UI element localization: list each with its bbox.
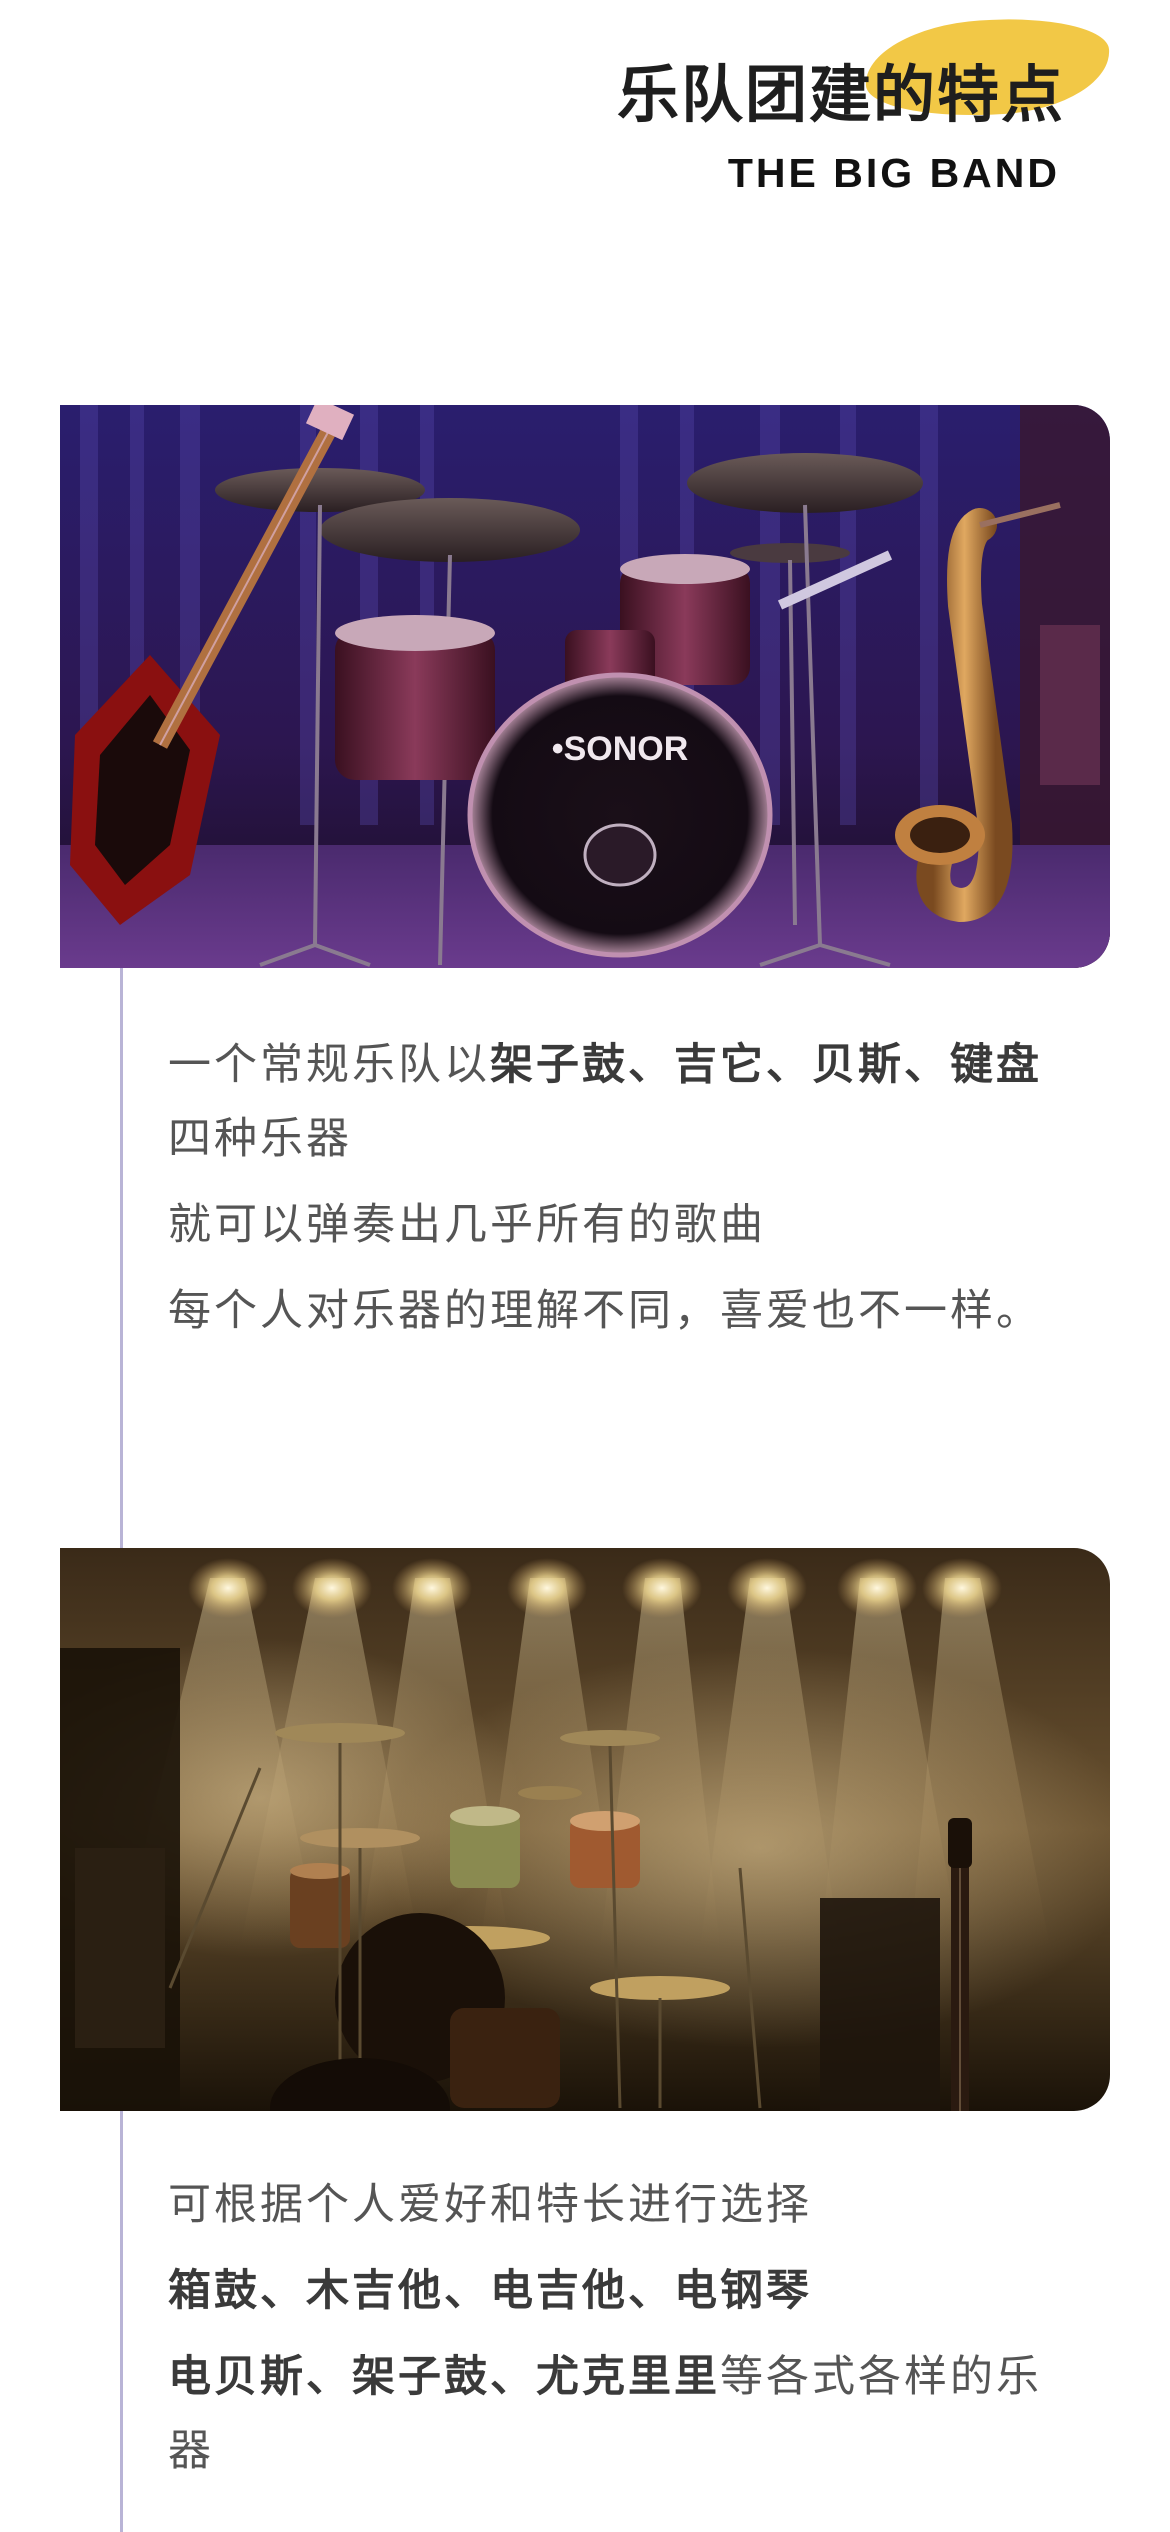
text-line: 一个常规乐队以架子鼓、吉它、贝斯、键盘四种乐器	[168, 1028, 1048, 1176]
text-line: 就可以弹奏出几乎所有的歌曲	[168, 1188, 1048, 1262]
text-line: 每个人对乐器的理解不同，喜爱也不一样。	[168, 1274, 1048, 1348]
text-span: 可根据个人爱好和特长进行选择	[168, 2180, 812, 2230]
drum-kit-stage-photo: •SONOR	[60, 405, 1110, 968]
section-text: 一个常规乐队以架子鼓、吉它、贝斯、键盘四种乐器 就可以弹奏出几乎所有的歌曲 每个…	[168, 1028, 1048, 1360]
text-line: 箱鼓、木吉他、电吉他、电钢琴	[168, 2254, 1048, 2328]
text-span-bold: 架子鼓、吉它、贝斯、键盘	[490, 1040, 1042, 1090]
svg-text:•SONOR: •SONOR	[552, 730, 689, 768]
page-title: 乐队团建的特点	[616, 58, 1065, 131]
page-subtitle: THE BIG BAND	[727, 150, 1060, 196]
concert-stage-lights-photo	[60, 1548, 1110, 2111]
timeline-line	[120, 2111, 123, 2532]
section-text: 可根据个人爱好和特长进行选择 箱鼓、木吉他、电吉他、电钢琴 电贝斯、架子鼓、尤克…	[168, 2168, 1048, 2500]
timeline-line	[120, 968, 123, 1553]
text-span-bold: 箱鼓、木吉他、电吉他、电钢琴	[168, 2266, 812, 2316]
text-span: 一个常规乐队以	[168, 1040, 490, 1090]
text-line: 电贝斯、架子鼓、尤克里里等各式各样的乐器	[168, 2340, 1048, 2488]
text-span: 就可以弹奏出几乎所有的歌曲	[168, 1200, 766, 1250]
text-span: 四种乐器	[168, 1114, 352, 1164]
page-header: 乐队团建的特点 THE BIG BAND	[0, 0, 1170, 260]
text-line: 可根据个人爱好和特长进行选择	[168, 2168, 1048, 2242]
text-span: 每个人对乐器的理解不同，喜爱也不一样。	[168, 1286, 1042, 1336]
text-span-bold: 电贝斯、架子鼓、尤克里里	[168, 2352, 720, 2402]
